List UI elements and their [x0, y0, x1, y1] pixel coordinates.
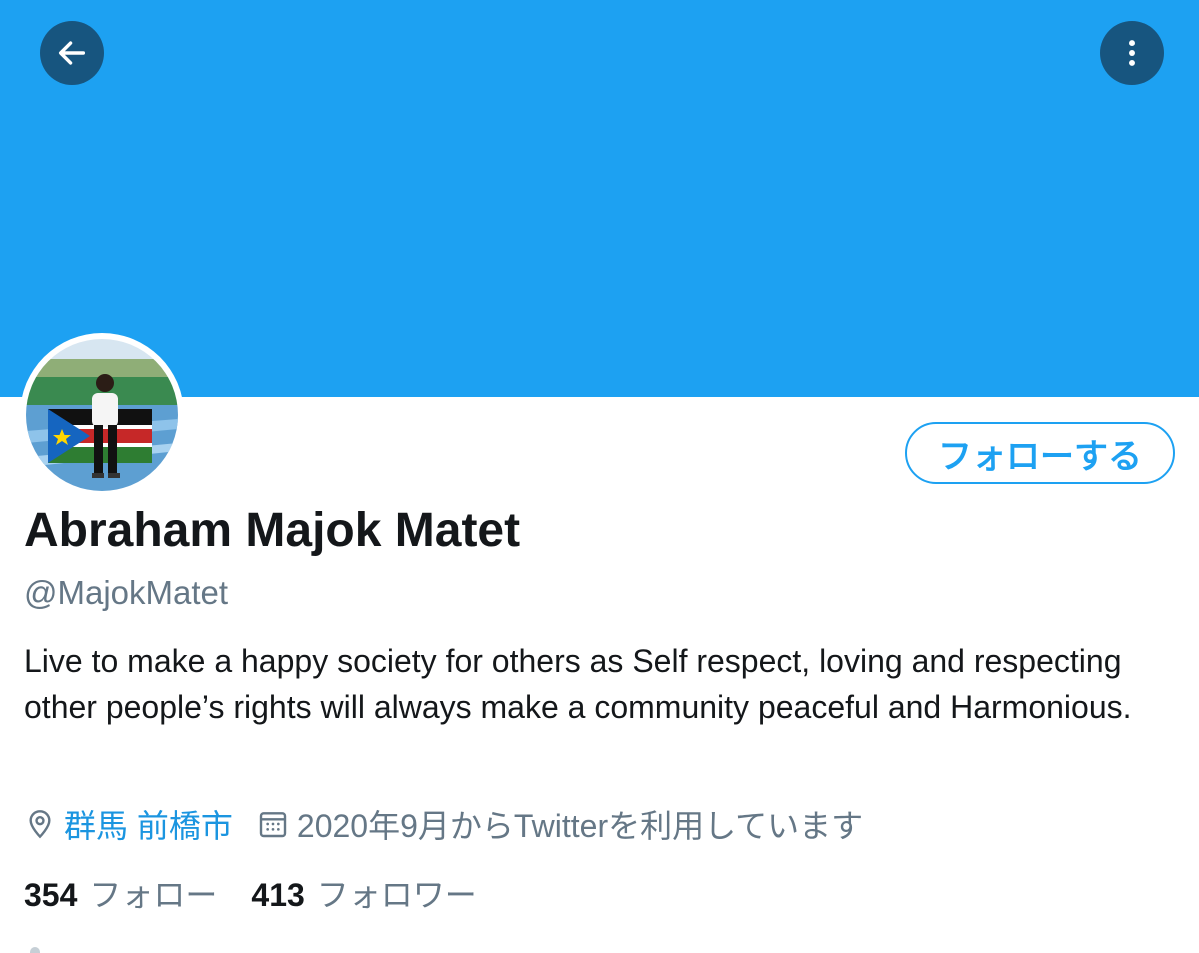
- following-label: フォロー: [89, 877, 218, 913]
- arrow-left-icon: [58, 41, 86, 65]
- following-count: 354: [24, 877, 78, 913]
- location-link[interactable]: 群馬 前橋市: [64, 801, 233, 847]
- display-name: Abraham Majok Matet: [24, 504, 521, 557]
- avatar-image: [26, 339, 178, 491]
- more-vertical-icon: [1129, 40, 1135, 66]
- followers-stat[interactable]: 413 フォロワー: [251, 870, 476, 916]
- truncated-content-edge: [30, 947, 40, 953]
- profile-meta: 群馬 前橋市 2020年9月からTwitterを利用しています: [24, 802, 863, 846]
- profile-bio: Live to make a happy society for others …: [24, 643, 1132, 725]
- location-pin-icon: [29, 810, 51, 839]
- back-button[interactable]: [40, 21, 104, 85]
- username-handle: @MajokMatet: [24, 574, 229, 611]
- follow-button[interactable]: フォローする: [905, 422, 1175, 484]
- profile-banner[interactable]: [0, 0, 1199, 397]
- calendar-icon: [257, 808, 289, 840]
- profile-stats: 354 フォロー 413 フォロワー: [24, 870, 477, 916]
- join-date: 2020年9月からTwitterを利用しています: [296, 808, 864, 844]
- more-options-button[interactable]: [1100, 21, 1164, 85]
- followers-count: 413: [251, 877, 305, 913]
- followers-label: フォロワー: [316, 877, 477, 913]
- following-stat[interactable]: 354 フォロー: [24, 870, 217, 916]
- avatar[interactable]: [20, 333, 184, 497]
